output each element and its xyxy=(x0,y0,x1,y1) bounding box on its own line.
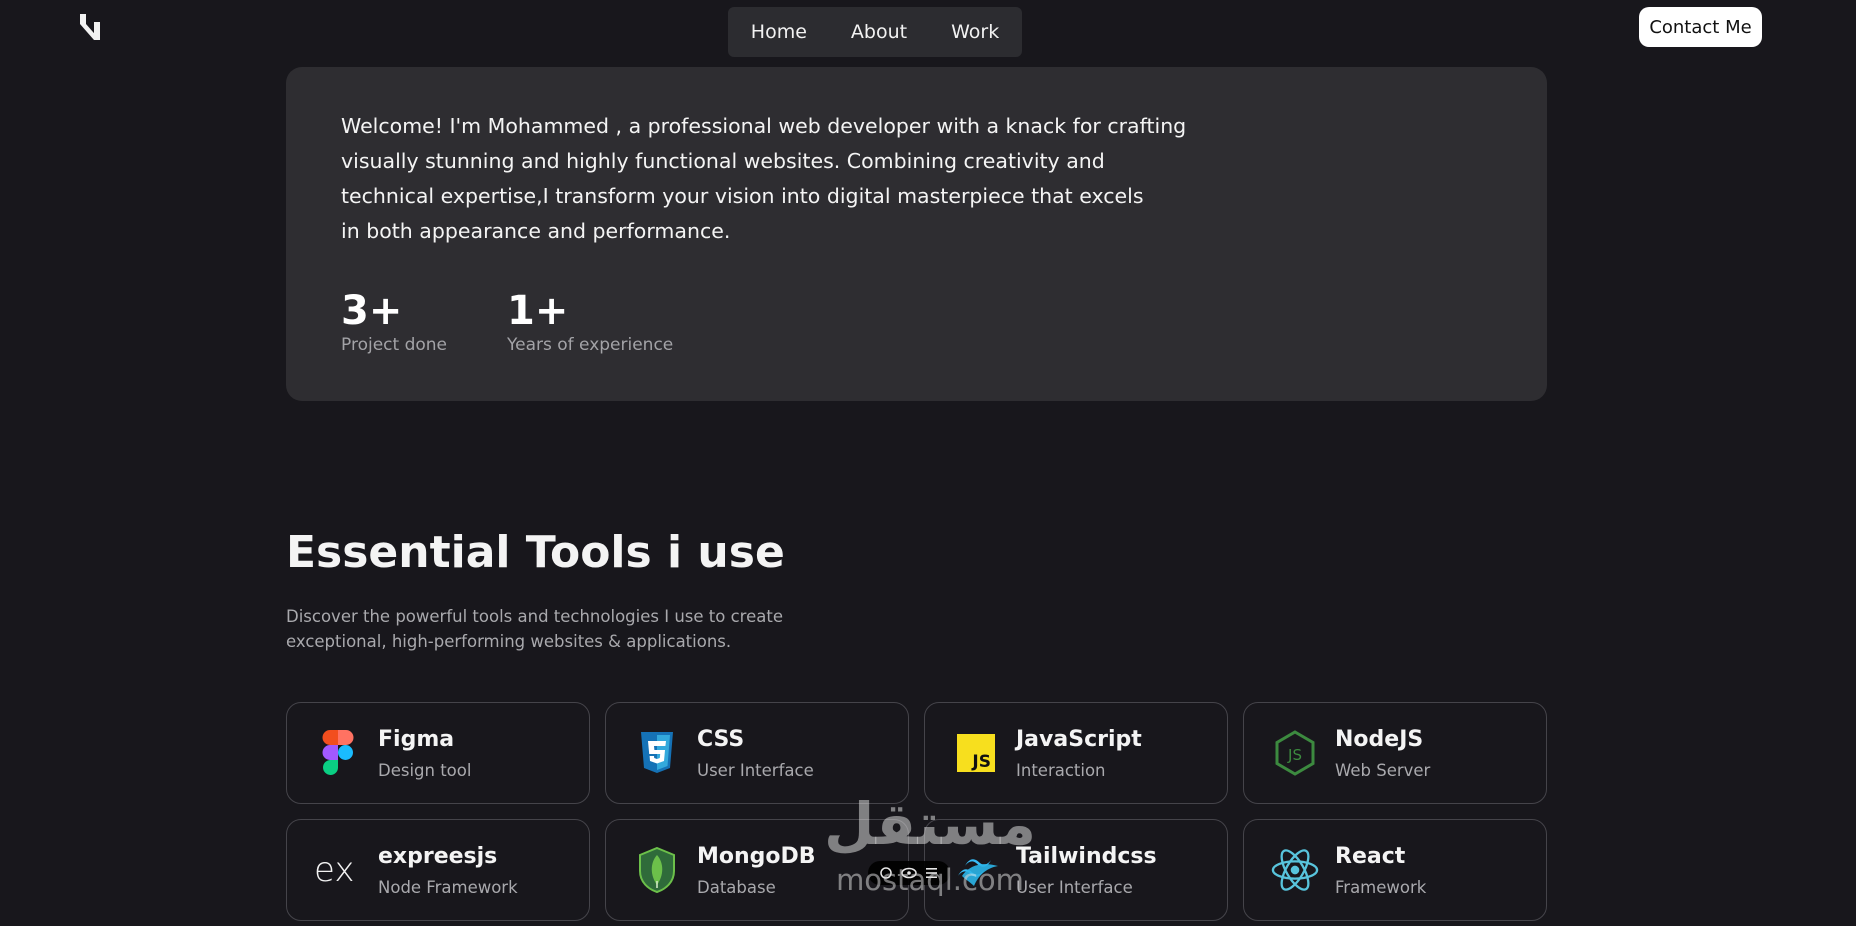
tool-name: Figma xyxy=(378,727,455,752)
tools-section-description: Discover the powerful tools and technolo… xyxy=(286,604,783,654)
tool-subtitle: Interaction xyxy=(1016,761,1106,780)
svg-text:ex: ex xyxy=(314,854,354,886)
nav-work[interactable]: Work xyxy=(951,21,999,43)
tool-card-nodejs[interactable]: JS NodeJS Web Server xyxy=(1243,702,1547,804)
tool-card-mongodb[interactable]: MongoDB Database xyxy=(605,819,909,921)
hero-intro-text: Welcome! I'm Mohammed , a professional w… xyxy=(341,109,1186,249)
tool-card-tailwindcss[interactable]: Tailwindcss User Interface xyxy=(924,819,1228,921)
tool-card-javascript[interactable]: JS JavaScript Interaction xyxy=(924,702,1228,804)
nav-home[interactable]: Home xyxy=(751,21,807,43)
tool-card-css[interactable]: CSS User Interface xyxy=(605,702,909,804)
tool-name: expreesjs xyxy=(378,844,498,869)
stat-value: 1+ xyxy=(507,288,569,334)
hero-line: visually stunning and highly functional … xyxy=(341,149,1105,173)
tool-name: JavaScript xyxy=(1016,727,1142,752)
stat-label: Project done xyxy=(341,335,447,355)
tool-name: Tailwindcss xyxy=(1016,844,1157,869)
figma-icon xyxy=(314,729,362,777)
contact-me-button[interactable]: Contact Me xyxy=(1639,7,1762,47)
tool-card-react[interactable]: React Framework xyxy=(1243,819,1547,921)
tool-subtitle: Node Framework xyxy=(378,878,518,897)
hero-line: Welcome! I'm Mohammed , a professional w… xyxy=(341,114,1187,138)
tools-section-title: Essential Tools i use xyxy=(286,527,785,578)
tool-name: NodeJS xyxy=(1335,727,1424,752)
tool-subtitle: Design tool xyxy=(378,761,472,780)
hero-line: technical expertise,I transform your vis… xyxy=(341,184,1144,208)
main-nav: Home About Work xyxy=(728,7,1022,57)
tools-grid: Figma Design tool CSS User Interface JS xyxy=(286,702,1547,921)
stat-projects: 3+ Project done xyxy=(341,289,447,355)
react-icon xyxy=(1271,846,1319,894)
tool-subtitle: Web Server xyxy=(1335,761,1431,780)
stat-value: 3+ xyxy=(341,288,403,334)
tools-desc-line: Discover the powerful tools and technolo… xyxy=(286,607,783,626)
tool-name: React xyxy=(1335,844,1406,869)
tool-card-expressjs[interactable]: ex expreesjs Node Framework xyxy=(286,819,590,921)
expressjs-icon: ex xyxy=(314,846,362,894)
mongodb-icon xyxy=(633,846,681,894)
tool-name: CSS xyxy=(697,727,745,752)
tool-name: MongoDB xyxy=(697,844,816,869)
page: Home About Work Contact Me Welcome! I'm … xyxy=(0,0,1856,926)
hero-stats: 3+ Project done 1+ Years of experience xyxy=(341,289,673,355)
svg-text:JS: JS xyxy=(971,752,991,772)
tool-subtitle: Database xyxy=(697,878,776,897)
hero-line: in both appearance and performance. xyxy=(341,219,731,243)
javascript-icon: JS xyxy=(952,729,1000,777)
nodejs-icon: JS xyxy=(1271,729,1319,777)
hero-card: Welcome! I'm Mohammed , a professional w… xyxy=(286,67,1547,401)
stat-label: Years of experience xyxy=(507,335,674,355)
svg-text:JS: JS xyxy=(1287,746,1302,764)
tool-card-figma[interactable]: Figma Design tool xyxy=(286,702,590,804)
stat-experience: 1+ Years of experience xyxy=(507,289,673,355)
brand-logo-icon[interactable] xyxy=(78,12,102,42)
tailwind-icon xyxy=(952,846,1000,894)
tools-desc-line: exceptional, high-performing websites & … xyxy=(286,632,732,651)
css3-icon xyxy=(633,729,681,777)
tool-subtitle: User Interface xyxy=(697,761,814,780)
tool-subtitle: User Interface xyxy=(1016,878,1133,897)
nav-about[interactable]: About xyxy=(851,21,907,43)
tool-subtitle: Framework xyxy=(1335,878,1427,897)
